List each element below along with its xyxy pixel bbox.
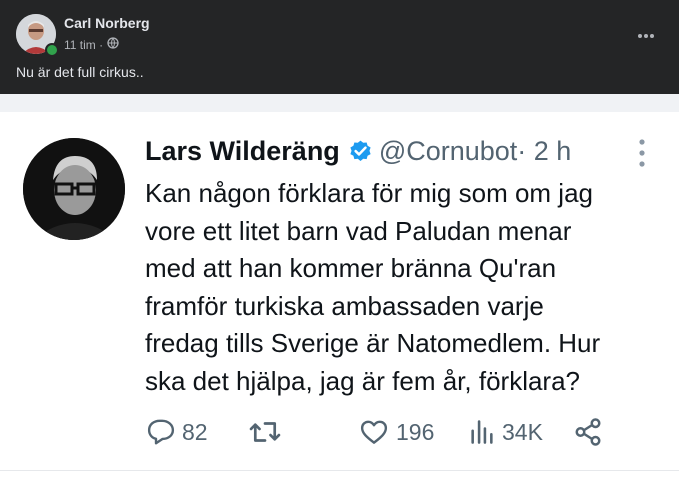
retweet-icon <box>248 417 282 447</box>
views-icon <box>468 417 496 447</box>
views-button[interactable]: 34K <box>468 417 543 447</box>
tweet-more-icon[interactable] <box>636 138 648 170</box>
post-time[interactable]: 11 tim · <box>64 38 103 52</box>
post-caption: Nu är det full cirkus.. <box>16 64 144 80</box>
facebook-post-header: Carl Norberg 11 tim · Nu är det full cir… <box>0 0 679 94</box>
share-icon <box>573 417 603 447</box>
globe-icon <box>107 37 119 52</box>
tweet-author-avatar <box>23 138 125 240</box>
author-name[interactable]: Carl Norberg <box>64 15 150 31</box>
online-status-indicator <box>45 43 59 57</box>
views-count: 34K <box>502 418 543 445</box>
like-icon <box>358 417 390 447</box>
reply-button[interactable]: 82 <box>146 417 208 447</box>
tweet-actions: 82 196 34K <box>146 417 666 449</box>
verified-badge-icon <box>348 139 373 164</box>
like-count: 196 <box>396 418 435 445</box>
share-button[interactable] <box>573 417 603 447</box>
tweet-text: Kan någon förklara för mig som om jag vo… <box>145 178 601 396</box>
divider <box>0 94 679 112</box>
reply-icon <box>146 417 176 447</box>
tweet-time[interactable]: · 2 h <box>517 136 571 167</box>
retweet-button[interactable] <box>248 417 288 447</box>
like-button[interactable]: 196 <box>358 417 434 447</box>
tweet-author-name[interactable]: Lars Wilderäng <box>145 136 340 167</box>
tweet-handle[interactable]: @Cornubot <box>379 136 517 167</box>
bottom-divider <box>0 470 679 471</box>
reply-count: 82 <box>182 418 208 445</box>
tweet-header: Lars Wilderäng @Cornubot · 2 h <box>145 136 571 167</box>
tweet-screenshot: Lars Wilderäng @Cornubot · 2 h Kan någon… <box>0 112 679 489</box>
more-options-icon[interactable] <box>637 22 655 45</box>
post-meta: 11 tim · <box>64 37 119 52</box>
